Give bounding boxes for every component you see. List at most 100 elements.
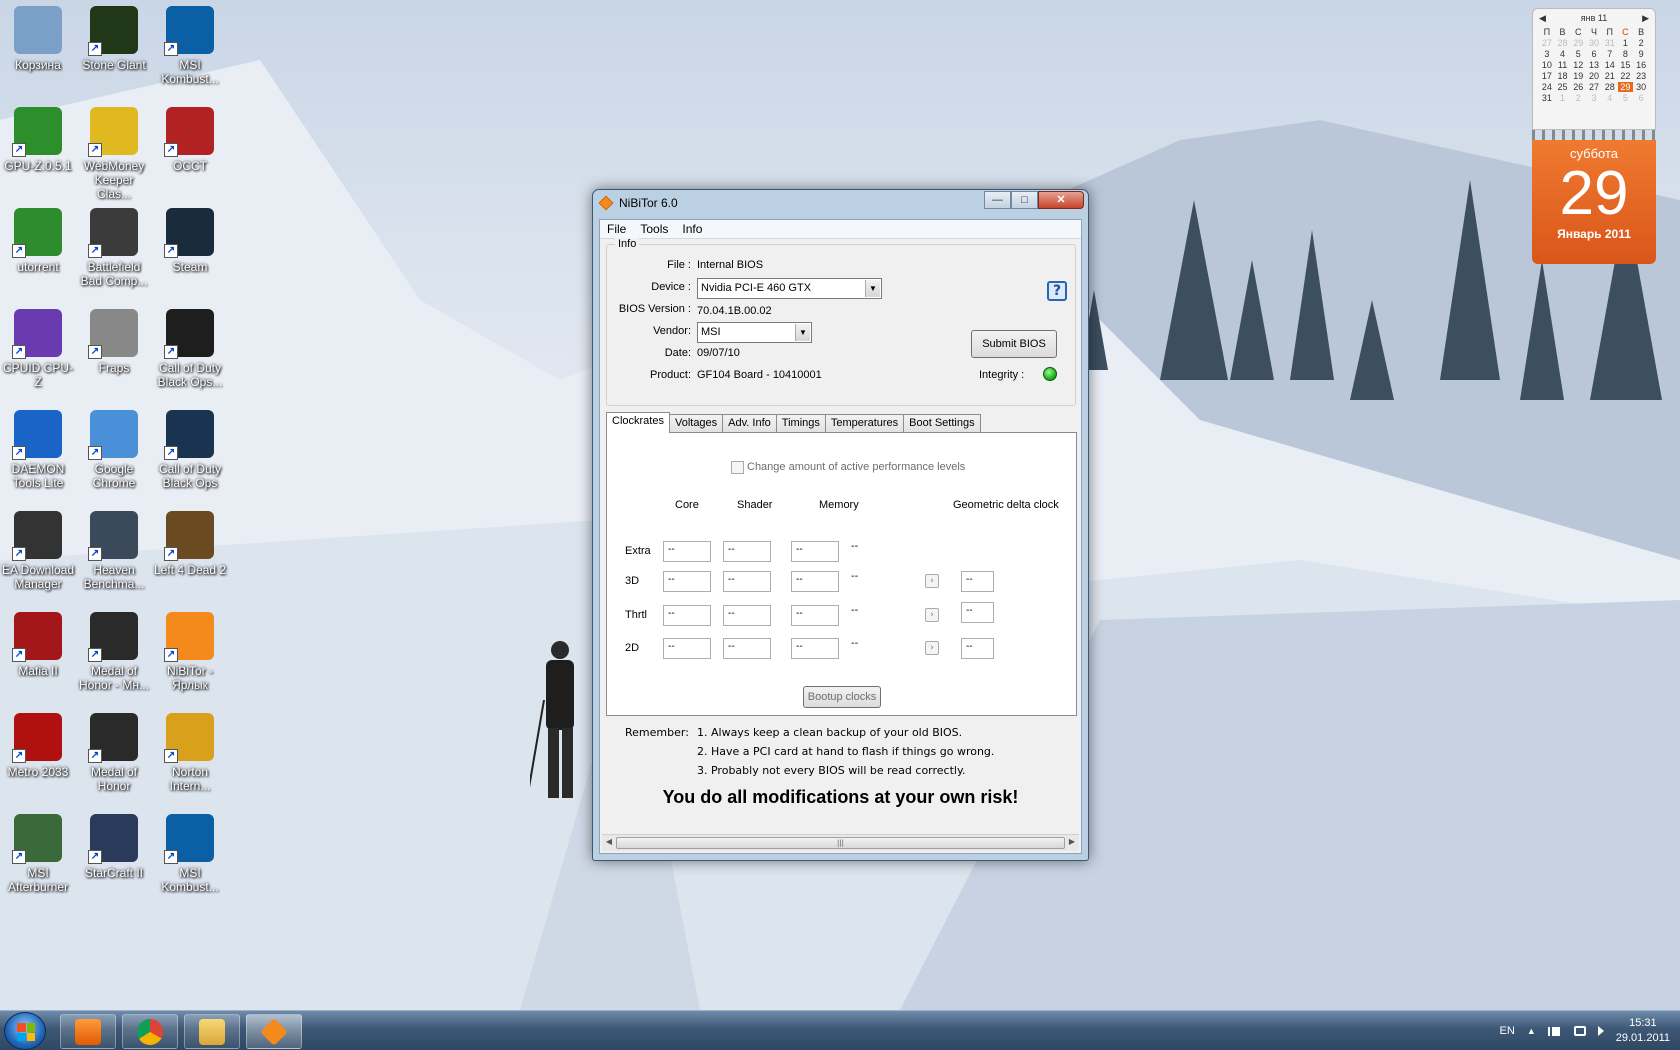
calendar-day[interactable]: 10 xyxy=(1539,60,1555,70)
desktop-icon-heaven-benchmark[interactable]: ↗ Heaven Benchma... xyxy=(76,505,152,601)
calendar-day[interactable]: 28 xyxy=(1555,38,1571,48)
horizontal-scrollbar[interactable]: ◀ ||| ▶ xyxy=(602,834,1079,851)
desktop-icon-gpu-z[interactable]: ↗ GPU-Z.0.5.1 xyxy=(0,101,76,197)
2d-shader-input[interactable]: -- xyxy=(723,638,771,659)
thrtl-geo-arrow-button[interactable]: › xyxy=(925,608,939,622)
extra-core-input[interactable]: -- xyxy=(663,541,711,562)
menu-info[interactable]: Info xyxy=(675,220,709,238)
calendar-day[interactable]: 1 xyxy=(1618,38,1634,48)
calendar-day[interactable]: 6 xyxy=(1633,93,1649,103)
tray-expand-icon[interactable]: ▲ xyxy=(1527,1026,1536,1036)
desktop-icon-google-chrome[interactable]: ↗ Google Chrome xyxy=(76,404,152,500)
calendar-day[interactable]: 16 xyxy=(1633,60,1649,70)
2d-geo-arrow-button[interactable]: › xyxy=(925,641,939,655)
device-dropdown[interactable]: Nvidia PCI-E 460 GTX ▼ xyxy=(697,278,882,299)
calendar-day[interactable]: 9 xyxy=(1633,49,1649,59)
bootup-clocks-button[interactable]: Bootup clocks xyxy=(803,686,881,708)
calendar-day[interactable]: 30 xyxy=(1633,82,1649,92)
3d-core-input[interactable]: -- xyxy=(663,571,711,592)
calendar-day[interactable]: 20 xyxy=(1586,71,1602,81)
scrollbar-thumb[interactable]: ||| xyxy=(616,837,1065,849)
maximize-button[interactable]: □ xyxy=(1011,191,1038,209)
start-button[interactable] xyxy=(4,1012,46,1050)
thrtl-memory-input[interactable]: -- xyxy=(791,605,839,626)
2d-memory-input[interactable]: -- xyxy=(791,638,839,659)
calendar-day[interactable]: 29 xyxy=(1617,82,1634,92)
desktop-icon-msi-kombustor[interactable]: ↗ MSI Kombust... xyxy=(152,0,228,96)
desktop-icon-steam[interactable]: ↗ Steam xyxy=(152,202,228,298)
extra-memory-input[interactable]: -- xyxy=(791,541,839,562)
thrtl-core-input[interactable]: -- xyxy=(663,605,711,626)
menu-file[interactable]: File xyxy=(600,220,633,238)
calendar-day[interactable]: 27 xyxy=(1586,82,1602,92)
thrtl-geo-input[interactable]: -- xyxy=(961,602,994,623)
3d-geo-arrow-button[interactable]: › xyxy=(925,574,939,588)
desktop-icon-cod-black-ops-mp[interactable]: ↗ Call of Duty Black Ops... xyxy=(152,303,228,399)
calendar-prev-button[interactable]: ◀ xyxy=(1539,13,1546,24)
desktop-icon-utorrent[interactable]: ↗ utorrent xyxy=(0,202,76,298)
extra-shader-input[interactable]: -- xyxy=(723,541,771,562)
calendar-day[interactable]: 31 xyxy=(1539,93,1555,103)
thrtl-shader-input[interactable]: -- xyxy=(723,605,771,626)
calendar-day[interactable]: 11 xyxy=(1555,60,1571,70)
tab-voltages[interactable]: Voltages xyxy=(668,414,724,433)
2d-geo-input[interactable]: -- xyxy=(961,638,994,659)
help-icon[interactable]: ? xyxy=(1047,281,1067,301)
tab-clockrates[interactable]: Clockrates xyxy=(606,412,670,433)
language-indicator[interactable]: EN xyxy=(1500,1025,1515,1037)
calendar-day[interactable]: 2 xyxy=(1570,93,1586,103)
calendar-day[interactable]: 12 xyxy=(1570,60,1586,70)
calendar-day[interactable]: 6 xyxy=(1586,49,1602,59)
calendar-next-button[interactable]: ▶ xyxy=(1642,13,1649,24)
calendar-day[interactable]: 1 xyxy=(1555,93,1571,103)
submit-bios-button[interactable]: Submit BIOS xyxy=(971,330,1057,358)
calendar-day[interactable]: 24 xyxy=(1539,82,1555,92)
calendar-day[interactable]: 21 xyxy=(1602,71,1618,81)
calendar-day[interactable]: 29 xyxy=(1570,38,1586,48)
desktop-icon-metro-2033[interactable]: ↗ Metro 2033 xyxy=(0,707,76,803)
calendar-gadget[interactable]: ◀ янв 11 ▶ П В С Ч П С В 27 28 29 30 31 1 2 3 4 5 6 7 8 9 10 1… xyxy=(1532,8,1656,264)
desktop-icon-battlefield[interactable]: ↗ Battlefield Bad Comp... xyxy=(76,202,152,298)
clock[interactable]: 15:31 29.01.2011 xyxy=(1616,1016,1670,1046)
calendar-day[interactable]: 3 xyxy=(1586,93,1602,103)
desktop-icon-occt[interactable]: ↗ OCCT xyxy=(152,101,228,197)
flag-icon[interactable] xyxy=(1547,1026,1562,1036)
desktop-icon-daemon-tools[interactable]: ↗ DAEMON Tools Lite xyxy=(0,404,76,500)
calendar-day[interactable]: 3 xyxy=(1539,49,1555,59)
calendar-day[interactable]: 28 xyxy=(1602,82,1618,92)
2d-core-input[interactable]: -- xyxy=(663,638,711,659)
calendar-day[interactable]: 25 xyxy=(1555,82,1571,92)
close-button[interactable]: ✕ xyxy=(1038,191,1084,209)
taskbar-nibitor[interactable] xyxy=(246,1014,302,1049)
desktop-icon-ea-download-manager[interactable]: ↗ EA Download Manager xyxy=(0,505,76,601)
network-icon[interactable] xyxy=(1573,1026,1586,1036)
window-titlebar[interactable]: NiBiTor 6.0 — □ ✕ xyxy=(593,190,1088,215)
taskbar-explorer[interactable] xyxy=(184,1014,240,1049)
desktop-icon-webmoney[interactable]: ↗ WebMoney Keeper Clas... xyxy=(76,101,152,201)
minimize-button[interactable]: — xyxy=(984,191,1011,209)
calendar-day[interactable]: 4 xyxy=(1602,93,1618,103)
vendor-dropdown[interactable]: MSI ▼ xyxy=(697,322,812,343)
desktop-icon-mafia-2[interactable]: ↗ Mafia II xyxy=(0,606,76,702)
calendar-day[interactable]: 26 xyxy=(1570,82,1586,92)
desktop-icon-fraps[interactable]: ↗ Fraps xyxy=(76,303,152,399)
calendar-day[interactable]: 2 xyxy=(1633,38,1649,48)
calendar-day[interactable]: 14 xyxy=(1602,60,1618,70)
calendar-day[interactable]: 30 xyxy=(1586,38,1602,48)
calendar-day[interactable]: 17 xyxy=(1539,71,1555,81)
desktop-icon-left-4-dead-2[interactable]: ↗ Left 4 Dead 2 xyxy=(152,505,228,601)
desktop-icon-cod-black-ops[interactable]: ↗ Call of Duty Black Ops xyxy=(152,404,228,500)
3d-geo-input[interactable]: -- xyxy=(961,571,994,592)
scroll-right-icon[interactable]: ▶ xyxy=(1066,837,1078,846)
desktop-icon-nibitor-shortcut[interactable]: ↗ NiBiTor - Ярлык xyxy=(152,606,228,702)
tab-timings[interactable]: Timings xyxy=(775,414,826,433)
desktop-icon-cpu-z[interactable]: ↗ CPUID CPU-Z xyxy=(0,303,76,399)
tab-adv-info[interactable]: Adv. Info xyxy=(722,414,777,433)
calendar-day[interactable]: 31 xyxy=(1602,38,1618,48)
calendar-day[interactable]: 5 xyxy=(1570,49,1586,59)
desktop-icon-stone-giant[interactable]: ↗ Stone Giant xyxy=(76,0,152,96)
desktop-icon-msi-kombustor-2[interactable]: ↗ MSI Kombust... xyxy=(152,808,228,904)
calendar-day[interactable]: 23 xyxy=(1633,71,1649,81)
3d-memory-input[interactable]: -- xyxy=(791,571,839,592)
3d-shader-input[interactable]: -- xyxy=(723,571,771,592)
